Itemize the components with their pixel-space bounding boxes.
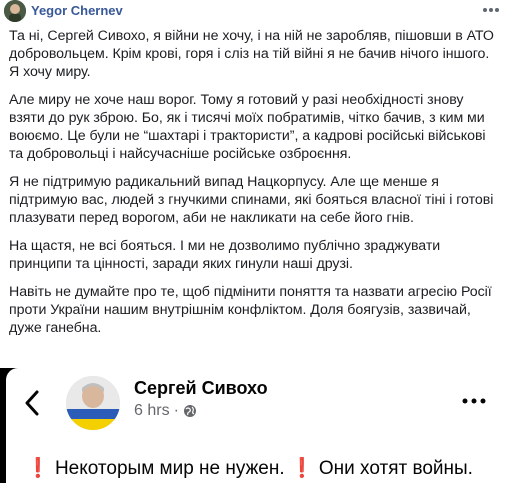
post-header: Yegor Chernev [0,0,505,24]
shared-post-time[interactable]: 6 hrs [134,402,170,420]
shared-post-meta: 6 hrs · [134,402,197,420]
shared-author-avatar[interactable] [66,376,120,430]
meta-separator: · [173,402,179,419]
author-avatar[interactable] [4,0,26,22]
post-body: Та ні, Сергей Сивохо, я війни не хочу, і… [9,27,499,347]
globe-icon [183,405,196,417]
chevron-left-icon[interactable] [24,390,40,416]
author-name-link[interactable]: Yegor Chernev [31,3,123,18]
exclamation-icon: ❗ [26,458,50,479]
shared-post-card: Сергей Сивохо 6 hrs · ❗ Некоторым мир не… [6,368,505,483]
post-paragraph: Я не підтримую радикальний випад Нацкорп… [9,174,494,226]
shared-post-text: ❗ Некоторым мир не нужен. ❗ Они хотят во… [26,456,473,480]
post-paragraph: Та ні, Сергей Сивохо, я війни не хочу, і… [9,28,494,80]
post-paragraph: Навіть не думайте про те, щоб підмінити … [9,284,492,336]
shared-author-name[interactable]: Сергей Сивохо [134,378,268,399]
post-paragraph: Але миру не хоче наш ворог. Тому я готов… [9,92,486,162]
post-paragraph: На щастя, не всі бояться. І ми не дозвол… [9,238,441,272]
more-horizontal-icon[interactable] [482,7,500,13]
shared-text-part: Они хотят войны. [313,458,473,479]
shared-text-part: Некоторым мир не нужен. [49,458,290,479]
shared-avatar-photo [66,376,120,430]
avatar-photo [4,0,26,22]
exclamation-icon: ❗ [289,458,314,479]
more-horizontal-icon[interactable] [462,398,486,404]
shared-post-screenshot[interactable]: Сергей Сивохо 6 hrs · ❗ Некоторым мир не… [0,368,505,483]
